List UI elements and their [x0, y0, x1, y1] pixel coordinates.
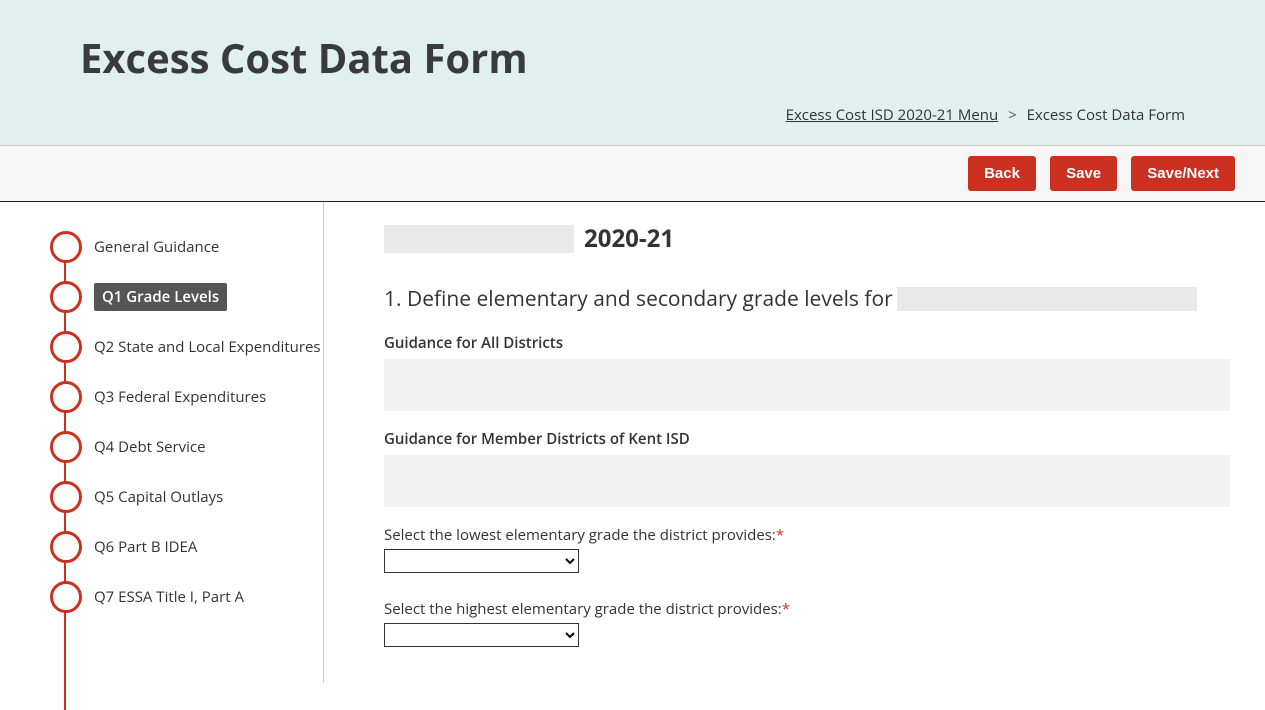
guidance-all-box [384, 359, 1230, 411]
required-mark: * [782, 599, 790, 619]
breadcrumb-parent-link[interactable]: Excess Cost ISD 2020-21 Menu [786, 105, 999, 125]
save-next-button[interactable]: Save/Next [1131, 156, 1235, 191]
sidebar-item-label[interactable]: Q3 Federal Expenditures [94, 387, 266, 407]
section-year: 2020-21 [584, 222, 674, 255]
question-title: 1. Define elementary and secondary grade… [384, 285, 1230, 313]
sidebar-item-label[interactable]: Q2 State and Local Expenditures [94, 337, 321, 357]
breadcrumb-separator: > [1008, 105, 1017, 125]
main-area: General Guidance Q1 Grade Levels Q2 Stat… [0, 202, 1265, 683]
sidebar-item-label[interactable]: Q4 Debt Service [94, 437, 206, 457]
guidance-all-label: Guidance for All Districts [384, 333, 1230, 353]
sidebar-nav: General Guidance Q1 Grade Levels Q2 Stat… [0, 202, 324, 683]
sidebar-item-general-guidance[interactable]: General Guidance [50, 222, 323, 272]
sidebar-item-label[interactable]: Q1 Grade Levels [94, 283, 227, 311]
sidebar-item-label[interactable]: Q5 Capital Outlays [94, 487, 223, 507]
redacted-district-name [384, 225, 574, 253]
content-panel: 2020-21 1. Define elementary and seconda… [324, 202, 1265, 683]
breadcrumb: Excess Cost ISD 2020-21 Menu > Excess Co… [80, 105, 1185, 125]
guidance-kent-box [384, 455, 1230, 507]
redacted-district-inline [897, 287, 1197, 311]
page-title: Excess Cost Data Form [80, 30, 1185, 85]
breadcrumb-current: Excess Cost Data Form [1027, 105, 1185, 125]
header-banner: Excess Cost Data Form Excess Cost ISD 20… [0, 0, 1265, 146]
required-mark: * [776, 525, 784, 545]
sidebar-item-q5-capital-outlays[interactable]: Q5 Capital Outlays [50, 472, 323, 522]
lowest-elem-select[interactable] [384, 549, 579, 573]
sidebar-item-label[interactable]: Q7 ESSA Title I, Part A [94, 587, 244, 607]
question-prefix: 1. Define elementary and secondary grade… [384, 285, 893, 313]
sidebar-item-q7-essa-title-i[interactable]: Q7 ESSA Title I, Part A [50, 572, 323, 622]
save-button[interactable]: Save [1050, 156, 1117, 191]
sidebar-item-label[interactable]: General Guidance [94, 237, 219, 257]
lowest-elem-text: Select the lowest elementary grade the d… [384, 525, 776, 545]
sidebar-item-label[interactable]: Q6 Part B IDEA [94, 537, 197, 557]
section-header: 2020-21 [384, 222, 1230, 255]
sidebar-item-q2-state-local[interactable]: Q2 State and Local Expenditures [50, 322, 323, 372]
guidance-kent-label: Guidance for Member Districts of Kent IS… [384, 429, 1230, 449]
sidebar-item-q1-grade-levels[interactable]: Q1 Grade Levels [50, 272, 323, 322]
highest-elem-label: Select the highest elementary grade the … [384, 599, 1230, 619]
action-bar: Back Save Save/Next [0, 146, 1265, 202]
back-button[interactable]: Back [968, 156, 1036, 191]
sidebar-item-q6-part-b-idea[interactable]: Q6 Part B IDEA [50, 522, 323, 572]
highest-elem-text: Select the highest elementary grade the … [384, 599, 782, 619]
highest-elem-select[interactable] [384, 623, 579, 647]
sidebar-item-q3-federal[interactable]: Q3 Federal Expenditures [50, 372, 323, 422]
sidebar-item-q4-debt-service[interactable]: Q4 Debt Service [50, 422, 323, 472]
lowest-elem-label: Select the lowest elementary grade the d… [384, 525, 1230, 545]
